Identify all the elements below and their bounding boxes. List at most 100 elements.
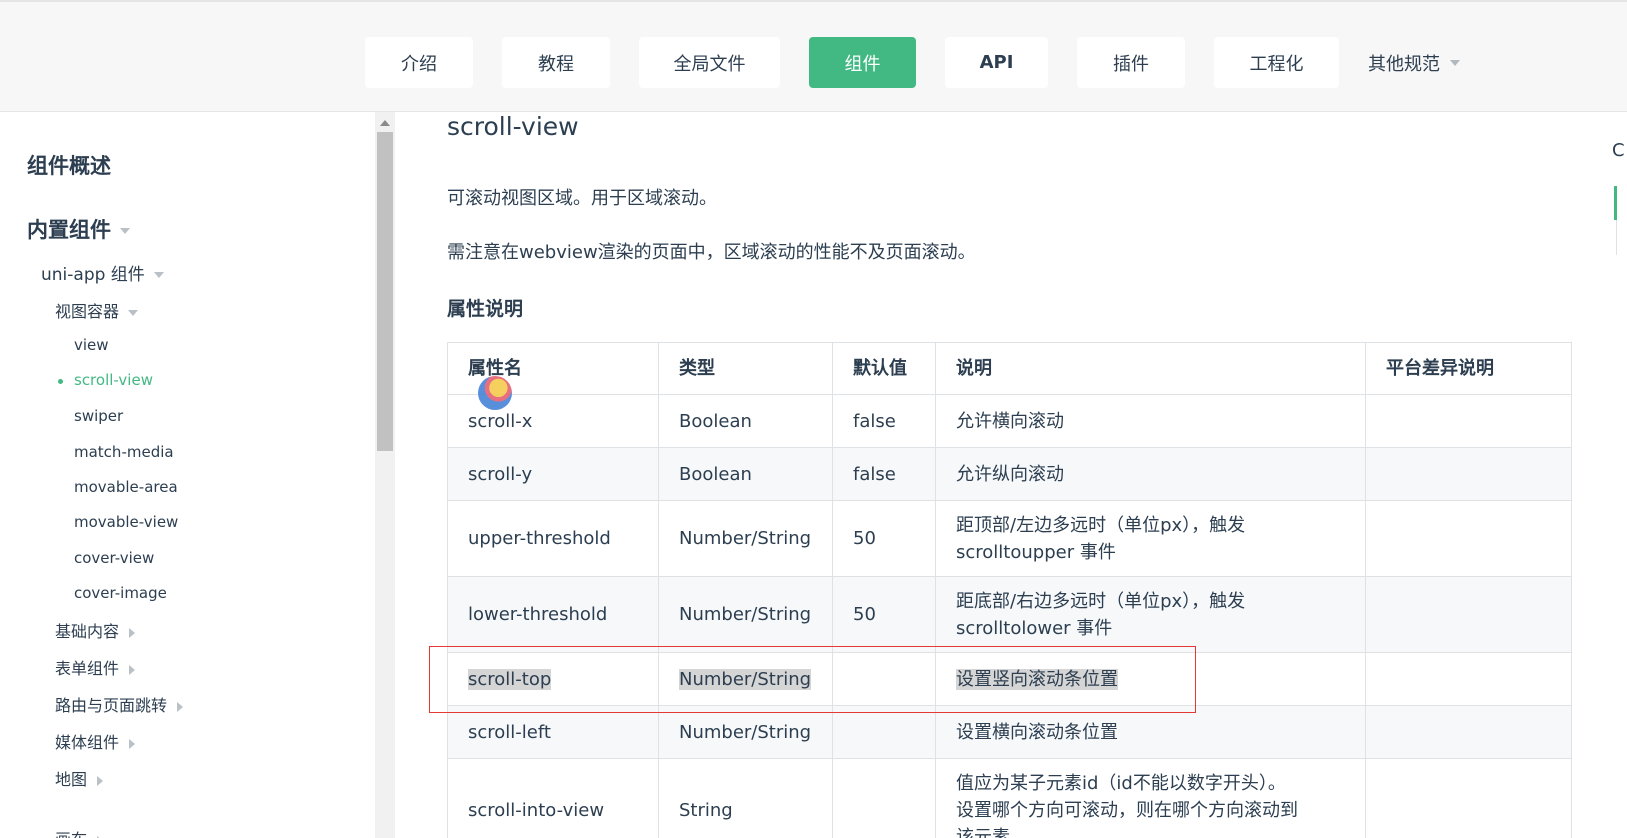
cell-type: Number/String bbox=[658, 500, 833, 577]
selected-text: scroll-top bbox=[468, 668, 552, 690]
selected-text: Number/String bbox=[679, 668, 812, 690]
sidebar-category-label: 路由与页面跳转 bbox=[55, 696, 168, 715]
sidebar-heading-builtin[interactable]: 内置组件 bbox=[27, 214, 130, 244]
sidebar-item-movable-area[interactable]: movable-area bbox=[74, 478, 178, 496]
cell-type: Number/String bbox=[658, 576, 833, 653]
nav-tab-components[interactable]: 组件 bbox=[809, 37, 916, 88]
cell-platform bbox=[1365, 652, 1572, 706]
cell-desc-line: scrolltolower 事件 bbox=[956, 617, 1113, 639]
cell-name: scroll-into-view bbox=[447, 758, 659, 838]
nav-tab-global-files[interactable]: 全局文件 bbox=[639, 37, 780, 88]
column-header: 平台差异说明 bbox=[1365, 342, 1572, 395]
sidebar-group-view-container-label: 视图容器 bbox=[55, 302, 120, 321]
sidebar-category-label: 媒体组件 bbox=[55, 733, 120, 752]
table-row-selected: scroll-top Number/String 设置竖向滚动条位置 bbox=[447, 652, 1572, 706]
cell-desc-line: 设置哪个方向可滚动，则在哪个方向滚动到 bbox=[956, 800, 1298, 821]
nav-tab-other-specs[interactable]: 其他规范 bbox=[1356, 37, 1472, 88]
sidebar-category-label: 地图 bbox=[55, 770, 88, 789]
sidebar-item-cover-image[interactable]: cover-image bbox=[74, 584, 167, 602]
nav-tab-engineering[interactable]: 工程化 bbox=[1214, 37, 1339, 88]
cell-desc-line: 值应为某子元素id（id不能以数字开头）。 bbox=[956, 773, 1286, 794]
cell-default bbox=[832, 758, 936, 838]
cell-default: false bbox=[832, 447, 936, 501]
cell-name: scroll-x bbox=[447, 394, 659, 448]
table-row: lower-threshold Number/String 50 距底部/右边多… bbox=[447, 576, 1572, 653]
sidebar-category-map[interactable]: 地图 bbox=[55, 766, 104, 790]
chevron-right-icon bbox=[129, 627, 136, 638]
cell-name: scroll-top bbox=[447, 652, 659, 706]
chevron-down-icon bbox=[128, 309, 139, 316]
section-title: 属性说明 bbox=[447, 298, 524, 320]
sidebar-category-label: 画布 bbox=[55, 830, 87, 838]
properties-table: 属性名 类型 默认值 说明 平台差异说明 scroll-x Boolean fa… bbox=[447, 342, 1572, 838]
cell-platform bbox=[1365, 758, 1572, 838]
scroll-up-arrow-icon[interactable] bbox=[380, 120, 390, 126]
sidebar-category-form[interactable]: 表单组件 bbox=[55, 655, 136, 679]
description-note: 需注意在webview渲染的页面中，区域滚动的性能不及页面滚动。 bbox=[447, 242, 976, 263]
sidebar-heading-builtin-label: 内置组件 bbox=[27, 218, 111, 242]
table-row: scroll-left Number/String 设置横向滚动条位置 bbox=[447, 705, 1572, 759]
floating-avatar-icon[interactable] bbox=[478, 376, 512, 410]
toc-active-indicator bbox=[1614, 186, 1617, 220]
nav-tab-api[interactable]: API bbox=[945, 37, 1048, 88]
nav-tab-plugins[interactable]: 插件 bbox=[1077, 37, 1185, 88]
sidebar-heading-overview[interactable]: 组件概述 bbox=[27, 150, 111, 180]
cell-desc: 设置横向滚动条位置 bbox=[935, 705, 1366, 759]
cell-desc: 值应为某子元素id（id不能以数字开头）。 设置哪个方向可滚动，则在哪个方向滚动… bbox=[935, 758, 1366, 838]
nav-tab-intro[interactable]: 介绍 bbox=[365, 37, 473, 88]
sidebar-item-match-media[interactable]: match-media bbox=[74, 443, 174, 461]
cell-desc-line: scrolltoupper 事件 bbox=[956, 541, 1116, 563]
cell-type: String bbox=[658, 758, 833, 838]
sidebar-category-navigation[interactable]: 路由与页面跳转 bbox=[55, 692, 184, 716]
cell-platform bbox=[1365, 500, 1572, 577]
toc-line bbox=[1616, 220, 1617, 255]
sidebar-category-basic-content[interactable]: 基础内容 bbox=[55, 618, 136, 642]
sidebar-item-cover-view[interactable]: cover-view bbox=[74, 549, 154, 567]
cell-default: 50 bbox=[832, 576, 936, 653]
cell-platform bbox=[1365, 447, 1572, 501]
cell-name: lower-threshold bbox=[447, 576, 659, 653]
cell-desc-line: 距顶部/左边多远时（单位px），触发 bbox=[956, 514, 1246, 536]
sidebar-category-canvas[interactable]: 画布 bbox=[55, 826, 104, 838]
cell-type: Number/String bbox=[658, 652, 833, 706]
toc-fragment[interactable]: C bbox=[1612, 140, 1625, 161]
main-content: scroll-view 可滚动视图区域。用于区域滚动。 需注意在webview渲… bbox=[395, 112, 1627, 838]
sidebar-scrollbar[interactable] bbox=[375, 112, 395, 838]
table-row: scroll-y Boolean false 允许纵向滚动 bbox=[447, 447, 1572, 501]
cell-desc: 允许纵向滚动 bbox=[935, 447, 1366, 501]
page-title: scroll-view bbox=[447, 112, 579, 141]
description-text: 可滚动视图区域。用于区域滚动。 bbox=[447, 188, 717, 209]
cell-default: 50 bbox=[832, 500, 936, 577]
sidebar-item-view[interactable]: view bbox=[74, 336, 109, 354]
nav-tab-tutorial[interactable]: 教程 bbox=[502, 37, 610, 88]
sidebar: 组件概述 内置组件 uni-app 组件 视图容器 view scroll-vi… bbox=[0, 112, 375, 838]
chevron-right-icon bbox=[129, 664, 136, 675]
sidebar-category-label: 基础内容 bbox=[55, 622, 120, 641]
cell-type: Boolean bbox=[658, 394, 833, 448]
cell-desc: 设置竖向滚动条位置 bbox=[935, 652, 1366, 706]
cell-type: Number/String bbox=[658, 705, 833, 759]
cell-type: Boolean bbox=[658, 447, 833, 501]
chevron-down-icon bbox=[120, 228, 130, 234]
cell-default bbox=[832, 705, 936, 759]
sidebar-group-view-container[interactable]: 视图容器 bbox=[55, 298, 139, 322]
sidebar-group-uniapp[interactable]: uni-app 组件 bbox=[41, 260, 164, 285]
sidebar-item-swiper[interactable]: swiper bbox=[74, 407, 123, 425]
sidebar-category-media[interactable]: 媒体组件 bbox=[55, 729, 136, 753]
cell-desc: 距底部/右边多远时（单位px），触发 scrolltolower 事件 bbox=[935, 576, 1366, 653]
column-header: 说明 bbox=[935, 342, 1366, 395]
scrollbar-thumb[interactable] bbox=[377, 132, 393, 451]
active-dot-icon bbox=[58, 379, 63, 384]
sidebar-group-uniapp-label: uni-app 组件 bbox=[41, 265, 145, 285]
selected-text: 设置竖向滚动条位置 bbox=[956, 668, 1118, 690]
table-header-row: 属性名 类型 默认值 说明 平台差异说明 bbox=[447, 342, 1572, 395]
sidebar-item-scroll-view[interactable]: scroll-view bbox=[74, 371, 153, 389]
top-nav: 介绍 教程 全局文件 组件 API 插件 工程化 其他规范 bbox=[0, 0, 1627, 112]
chevron-down-icon bbox=[1450, 59, 1460, 66]
cell-default bbox=[832, 652, 936, 706]
column-header: 类型 bbox=[658, 342, 833, 395]
cell-desc: 距顶部/左边多远时（单位px），触发 scrolltoupper 事件 bbox=[935, 500, 1366, 577]
sidebar-item-movable-view[interactable]: movable-view bbox=[74, 513, 178, 531]
sidebar-category-label: 表单组件 bbox=[55, 659, 120, 678]
table-row: upper-threshold Number/String 50 距顶部/左边多… bbox=[447, 500, 1572, 577]
